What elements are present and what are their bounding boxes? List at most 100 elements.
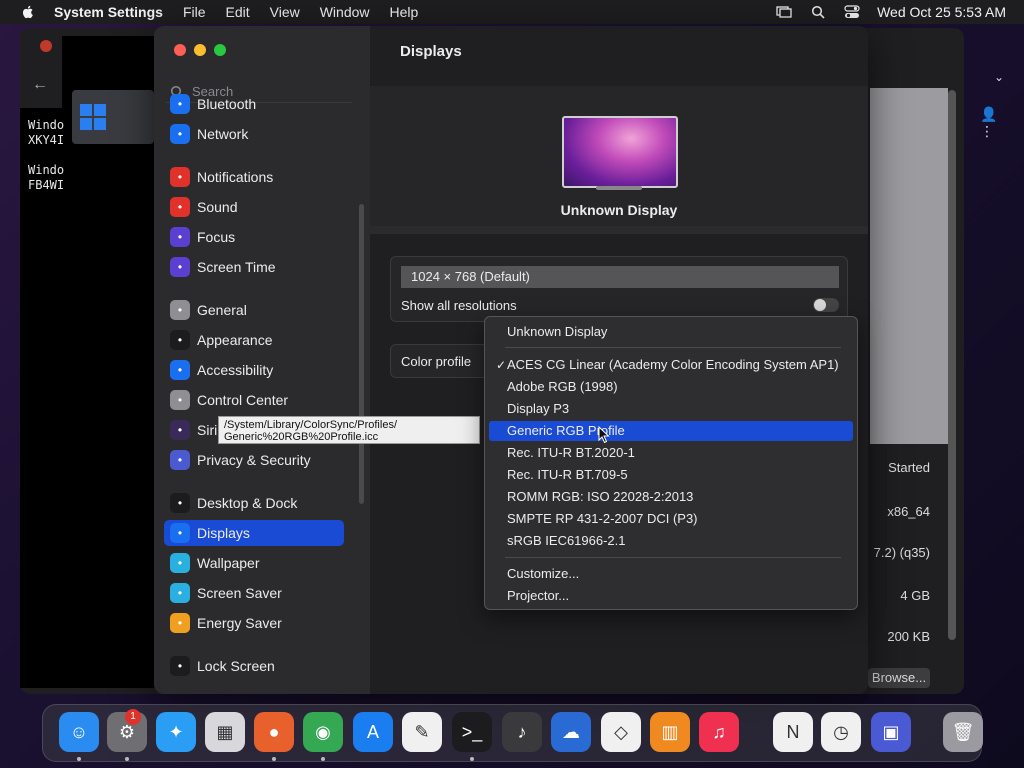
tooltip-line-1: /System/Library/ColorSync/Profiles/ [224,419,397,431]
show-all-resolutions-toggle[interactable] [813,298,839,312]
menu-help[interactable]: Help [390,4,419,20]
vm-back-arrow-icon[interactable]: ← [32,76,48,94]
safari-icon[interactable]: ✦ [156,712,196,752]
vm-console-text: Windo XKY4I Windo FB4WI [28,118,65,192]
color-profile-option[interactable]: sRGB IEC61966-2.1 [489,531,853,551]
screen-mirroring-icon[interactable] [775,4,793,20]
sidebar-item-sound[interactable]: • Sound [164,194,344,220]
option-label: Display P3 [507,401,570,416]
books-icon[interactable]: ▥ [650,712,690,752]
sidebar-item-label: Wallpaper [197,555,260,571]
option-label: ROMM RGB: ISO 22028-2:2013 [507,489,694,504]
color-profile-option[interactable]: ROMM RGB: ISO 22028-2:2013 [489,487,853,507]
divider [370,226,868,234]
resolution-option[interactable]: 1024 × 768 (Default) [401,266,839,288]
weather-icon[interactable]: ☁ [551,712,591,752]
screen-sharing-icon[interactable]: ▣ [871,712,911,752]
color-profile-option[interactable]: ✓ ACES CG Linear (Academy Color Encoding … [489,355,853,375]
sidebar-item-general[interactable]: • General [164,297,344,323]
color-profile-option[interactable]: Rec. ITU-R BT.709-5 [489,465,853,485]
color-profile-menu: Unknown Display ✓ ACES CG Linear (Academy … [484,316,858,610]
vm-browse-button[interactable]: Browse... [868,668,930,688]
sidebar-item-appearance[interactable]: • Appearance [164,327,344,353]
sidebar-item-network[interactable]: • Network [164,121,344,147]
vm-thumbnail[interactable] [72,90,154,144]
vm-scrollbar[interactable] [948,90,956,640]
sidebar-item-displays[interactable]: • Displays [164,520,344,546]
vscode-icon[interactable]: ◇ [601,712,641,752]
sidebar-item-control-center[interactable]: • Control Center [164,387,344,413]
sidebar-item-label: Appearance [197,332,273,348]
sidebar-item-bluetooth[interactable]: • Bluetooth [164,91,344,117]
sidebar-item-accessibility[interactable]: • Accessibility [164,357,344,383]
sidebar-item-wallpaper[interactable]: • Wallpaper [164,550,344,576]
terminal-icon[interactable]: >_ [452,712,492,752]
color-profile-label: Color profile [401,354,472,369]
color-profile-option[interactable]: Customize... [489,564,853,584]
minimize-button[interactable] [194,44,206,56]
color-profile-option[interactable]: Rec. ITU-R BT.2020-1 [489,443,853,463]
vm-user-icon[interactable]: 👤 [980,106,997,122]
zoom-button[interactable] [214,44,226,56]
sidebar-item-focus[interactable]: • Focus [164,224,344,250]
menu-app-name[interactable]: System Settings [54,4,163,20]
running-indicator [470,757,474,761]
privacy-icon: • [170,450,190,470]
sidebar-scrollbar[interactable] [359,204,364,504]
sidebar-item-label: Focus [197,229,236,245]
finder-icon[interactable]: ☺ [59,712,99,752]
color-profile-option[interactable]: Display P3 [489,399,853,419]
option-label: Adobe RGB (1998) [507,379,618,394]
garageband-icon[interactable]: ♪ [502,712,542,752]
firefox-icon[interactable]: ● [254,712,294,752]
sidebar-item-screen-saver[interactable]: • Screen Saver [164,580,344,606]
menu-window[interactable]: Window [320,4,370,20]
sidebar-item-screen-time[interactable]: • Screen Time [164,254,344,280]
sidebar-item-privacy[interactable]: • Privacy & Security [164,447,344,473]
color-profile-option[interactable]: SMPTE RP 431-2-2007 DCI (P3) [489,509,853,529]
menu-view[interactable]: View [270,4,300,20]
option-label: sRGB IEC61966-2.1 [507,533,626,548]
sidebar-item-energy-saver[interactable]: • Energy Saver [164,610,344,636]
general-icon: • [170,300,190,320]
appearance-icon: • [170,330,190,350]
sidebar-item-label: General [197,302,247,318]
vm-close-button[interactable] [40,40,52,52]
menu-edit[interactable]: Edit [226,4,250,20]
sidebar-item-label: Screen Saver [197,585,282,601]
sidebar-item-notifications[interactable]: • Notifications [164,164,344,190]
vm-toolbar-icons[interactable]: 👤 ⋮ [980,106,997,140]
running-indicator [272,757,276,761]
vm-chevron-down-icon[interactable]: ⌄ [994,70,1004,84]
vm-more-icon[interactable]: ⋮ [980,123,994,139]
menu-file[interactable]: File [183,4,206,20]
color-profile-option[interactable]: Projector... [489,586,853,606]
trash-icon[interactable]: 🗑 [943,712,983,752]
color-profile-option[interactable]: Unknown Display [489,322,853,342]
app-store-icon[interactable]: A [353,712,393,752]
spotlight-search-icon[interactable] [809,4,827,20]
news-icon[interactable]: N [773,712,813,752]
clock-icon[interactable]: ◷ [821,712,861,752]
sidebar-item-desktop-dock[interactable]: • Desktop & Dock [164,490,344,516]
textedit-icon[interactable]: ✎ [402,712,442,752]
sidebar-item-label: Displays [197,525,250,541]
control-center-icon: • [170,390,190,410]
sidebar-item-label: Control Center [197,392,289,408]
close-button[interactable] [174,44,186,56]
sound-icon: • [170,197,190,217]
launchpad-icon[interactable]: ▦ [205,712,245,752]
control-center-menu-icon[interactable] [843,4,861,20]
color-profile-option[interactable]: Generic RGB Profile [489,421,853,441]
music-icon[interactable]: ♫ [699,712,739,752]
sidebar-item-lock-screen[interactable]: • Lock Screen [164,653,344,679]
chrome-icon[interactable]: ◉ [303,712,343,752]
menu-clock[interactable]: Wed Oct 25 5:53 AM [877,4,1006,20]
desktop-dock-icon: • [170,493,190,513]
menu-separator [505,347,841,348]
display-thumbnail[interactable] [562,116,678,188]
color-profile-option[interactable]: Adobe RGB (1998) [489,377,853,397]
apple-logo-icon[interactable] [20,4,36,20]
option-label: Unknown Display [507,324,608,339]
dock: ☺ ⚙ ✦ ▦ ● ◉ A ✎ >_ ♪ ☁ ◇ ▥ ♫ N ◷ ▣ 🗑 1 [42,704,983,762]
